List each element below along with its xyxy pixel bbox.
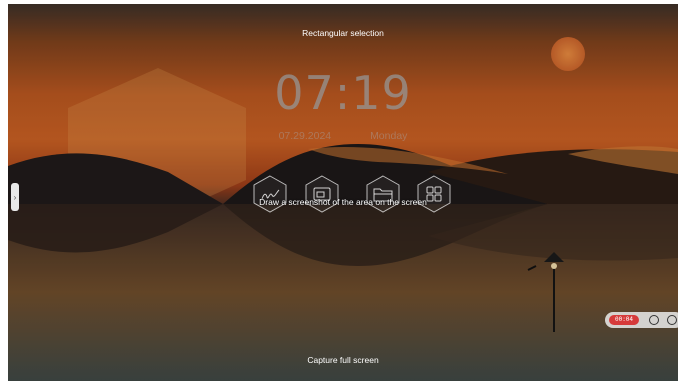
pause-button[interactable]	[649, 315, 659, 325]
desktop-wallpaper: Rectangular selection 07:19 07.29.2024 M…	[8, 4, 678, 381]
screen-tool[interactable]	[304, 175, 340, 213]
capture-full-screen-label[interactable]: Capture full screen	[8, 355, 678, 365]
recording-timer: 00:04	[609, 315, 639, 325]
screenshot-hint: Draw a screenshot of the area on the scr…	[259, 197, 427, 207]
side-panel-handle[interactable]: ›	[11, 183, 19, 211]
date-text: 07.29.2024	[278, 130, 332, 142]
weekday-text: Monday	[370, 130, 408, 142]
chevron-right-icon: ›	[13, 192, 17, 202]
rectangular-selection-label[interactable]: Rectangular selection	[8, 28, 678, 38]
folder-icon	[366, 175, 400, 213]
screen-icon	[305, 175, 339, 213]
annotate-icon	[253, 175, 287, 213]
clock-time: 07:19	[274, 66, 412, 120]
stop-button[interactable]	[667, 315, 677, 325]
apps-grid-icon	[417, 175, 451, 213]
folder-tool[interactable]	[365, 175, 401, 213]
recording-panel: 00:04	[605, 312, 678, 328]
quick-tools	[252, 175, 452, 215]
annotate-tool[interactable]	[252, 175, 288, 213]
screen: Rectangular selection 07:19 07.29.2024 M…	[0, 0, 678, 385]
date-row: 07.29.2024 Monday	[8, 130, 678, 142]
apps-tool[interactable]	[416, 175, 452, 213]
